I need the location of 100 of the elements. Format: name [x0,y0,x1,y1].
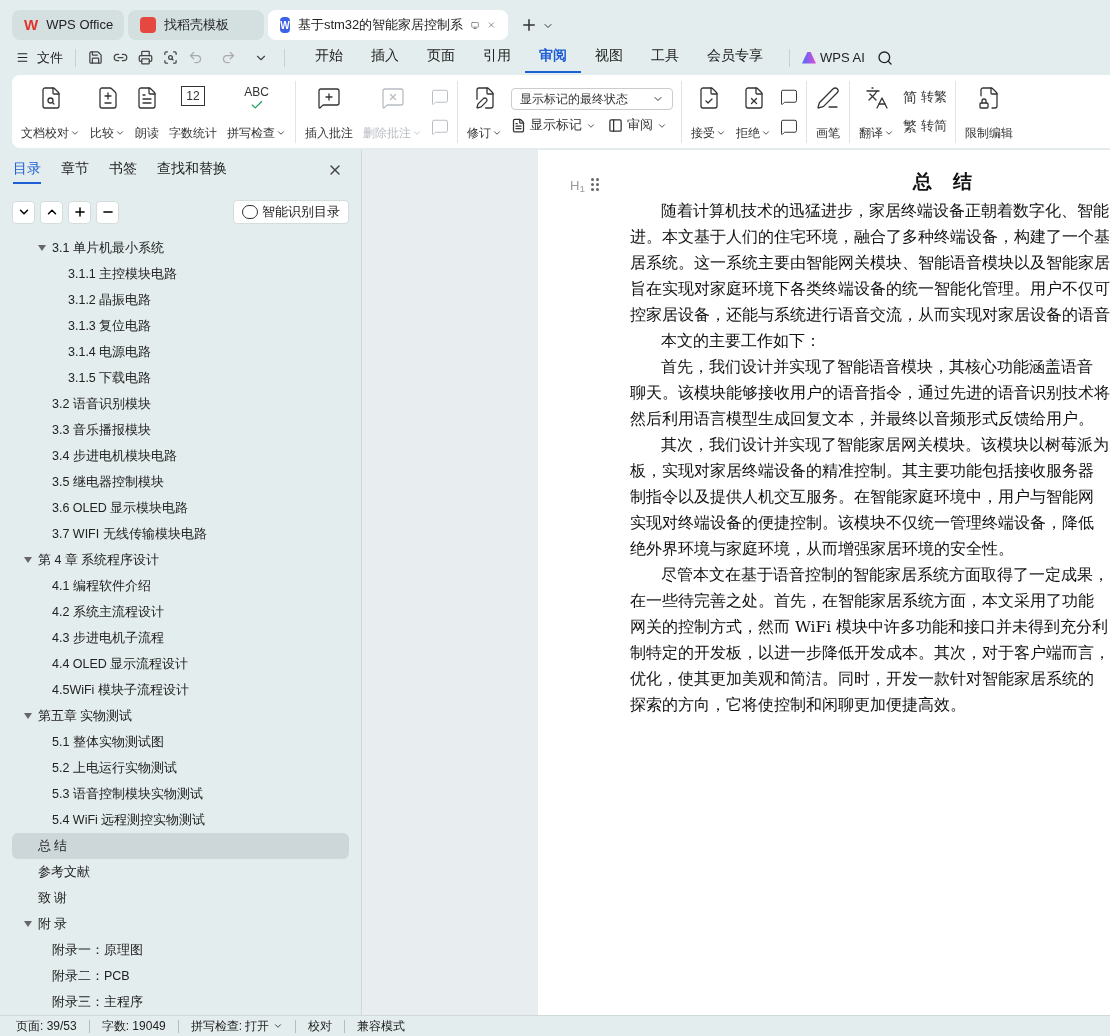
toc-label: 3.4 步进电机模块电路 [52,447,177,465]
ribbon-tab[interactable]: 会员专享 [693,42,777,73]
toc-item[interactable]: 第五章 实物测试 [12,703,350,729]
toc-item[interactable]: 5.2 上电运行实物测试 [12,755,350,781]
document-line: 制指令以及提供人机交互服务。在智能家庭环境中，用户与智能网 [630,487,1095,508]
proofread-status[interactable]: 校对 [308,1017,333,1035]
compatibility-mode: 兼容模式 [357,1018,406,1035]
toc-item[interactable]: 3.5 继电器控制模块 [12,469,350,495]
lock-document-icon [977,85,1001,110]
file-menu[interactable]: 文件 [16,47,75,68]
toc-item[interactable]: 3.1.4 电源电路 [12,339,350,365]
ribbon-button[interactable]: 限制编辑 [960,81,1018,142]
panel-tab[interactable]: 目录 [13,156,41,184]
previous-comment-icon[interactable] [780,87,798,106]
ribbon-button[interactable]: ABC 拼写检查 [222,81,291,142]
ai-button[interactable]: WPS AI [802,47,865,68]
toc-item[interactable]: 4.4 OLED 显示流程设计 [12,651,350,677]
toc-label: 第 4 章 系统程序设计 [38,551,160,569]
print-icon[interactable] [138,50,153,65]
ribbon-button[interactable]: 拒绝 [731,81,776,142]
page-count[interactable]: 页面: 39/53 [16,1017,77,1035]
toc-item[interactable]: 附录二：PCB [12,963,350,989]
smart-toc-button[interactable]: 智能识别目录 [233,200,350,224]
toc-label: 3.1.4 电源电路 [68,343,152,361]
toc-item[interactable]: 4.2 系统主流程设计 [12,599,350,625]
ribbon-tab[interactable]: 引用 [469,42,525,73]
next-comment-icon[interactable] [780,117,798,136]
remove-icon[interactable] [96,200,119,224]
ribbon-button[interactable]: 比较 [85,81,130,142]
drag-handle-icon[interactable] [591,178,599,191]
toc-item[interactable]: 第 4 章 系统程序设计 [12,547,350,573]
toc-item[interactable]: 4.1 编程软件介绍 [12,573,350,599]
toc-item[interactable]: 4.3 步进电机子流程 [12,625,350,651]
ribbon-button[interactable]: 朗读 [130,81,164,142]
ribbon-button[interactable]: 修订 [462,81,507,142]
toc-item[interactable]: 5.3 语音控制模块实物测试 [12,781,350,807]
add-comment-icon [317,85,341,110]
search-icon[interactable] [876,49,893,66]
toc-item[interactable]: 3.1.1 主控模块电路 [12,261,350,287]
toc-label: 致 谢 [38,889,68,907]
collapse-icon[interactable] [12,200,35,224]
ribbon-button[interactable]: 翻译 [854,81,899,142]
markup-dropdown[interactable]: 显示标记的最终状态 [511,88,673,111]
toc-label: 附 录 [38,915,68,933]
show-markup-button[interactable]: 显示标记 [511,116,596,135]
toc-item[interactable]: 3.1.2 晶振电路 [12,287,350,313]
ribbon-button[interactable]: 插入批注 [300,81,358,142]
expanded-triangle-icon[interactable] [24,713,32,719]
toc-item[interactable]: 3.2 语音识别模块 [12,391,350,417]
toc-item[interactable]: 3.7 WIFI 无线传输模块电路 [12,521,350,547]
add-icon[interactable] [68,200,91,224]
ribbon-tab[interactable]: 页面 [413,42,469,73]
toc-item[interactable]: 3.6 OLED 显示模块电路 [12,495,350,521]
ribbon-tab[interactable]: 插入 [357,42,413,73]
ribbon-button[interactable]: 文档校对 [16,81,85,142]
toc-item[interactable]: 参考文献 [12,859,350,885]
panel-tab[interactable]: 查找和替换 [157,156,227,184]
toc-item[interactable]: 3.1.3 复位电路 [12,313,350,339]
review-pane-button[interactable]: 审阅 [608,116,667,135]
panel-tab[interactable]: 章节 [61,156,89,184]
expanded-triangle-icon[interactable] [24,921,32,927]
ribbon-button[interactable]: 画笔 [811,81,845,142]
toc-item[interactable]: 总 结 [12,833,350,859]
convert-simplified-button[interactable]: 繁 转简 [903,115,947,137]
word-count[interactable]: 字数: 19049 [101,1017,166,1035]
ribbon-tab[interactable]: 工具 [637,42,693,73]
window-tab[interactable]: W WPS Office [12,10,124,40]
toc-label: 5.4 WiFi 远程测控实物测试 [52,811,206,829]
print-preview-icon[interactable] [163,50,178,65]
expand-icon[interactable] [40,200,63,224]
toc-label: 总 结 [38,837,68,855]
toc-item[interactable]: 附录一：原理图 [12,937,350,963]
toc-item[interactable]: 3.1.5 下载电路 [12,365,350,391]
ribbon-button[interactable]: 接受 [686,81,731,142]
toc-item[interactable]: 附录三：主程序 [12,989,350,1015]
spell-check-status[interactable]: 拼写检查: 打开 [190,1017,284,1035]
pane-icon [608,118,623,133]
convert-traditional-button[interactable]: 简 转繁 [903,86,947,108]
toc-item[interactable]: 5.1 整体实物测试图 [12,729,350,755]
panel-tab[interactable]: 书签 [109,156,137,184]
toc-item[interactable]: 5.4 WiFi 远程测控实物测试 [12,807,350,833]
ribbon-tab[interactable]: 开始 [301,42,357,73]
toc-item[interactable]: 3.4 步进电机模块电路 [12,443,350,469]
new-tab-icon[interactable] [520,16,538,34]
ribbon-tab[interactable]: 视图 [581,42,637,73]
window-tab[interactable]: 找稻壳模板 [128,10,264,40]
expanded-triangle-icon[interactable] [38,245,46,251]
toc-label: 4.2 系统主流程设计 [52,603,164,621]
toc-label: 3.1 单片机最小系统 [52,239,164,257]
ribbon-button[interactable]: 12 字数统计 [164,81,222,142]
toc-item[interactable]: 4.5WiFi 模块子流程设计 [12,677,350,703]
simplified-glyph-icon: 简 [903,86,917,108]
ribbon-tab[interactable]: 审阅 [525,42,581,73]
expanded-triangle-icon[interactable] [24,557,32,563]
toc-item[interactable]: 附 录 [12,911,350,937]
window-tab[interactable]: W 基于stm32的智能家居控制系 [268,10,508,40]
toc-item[interactable]: 3.3 音乐播报模块 [12,417,350,443]
toc-item[interactable]: 致 谢 [12,885,350,911]
toc-item[interactable]: 3.1 单片机最小系统 [12,235,350,261]
save-icon[interactable] [88,50,103,65]
